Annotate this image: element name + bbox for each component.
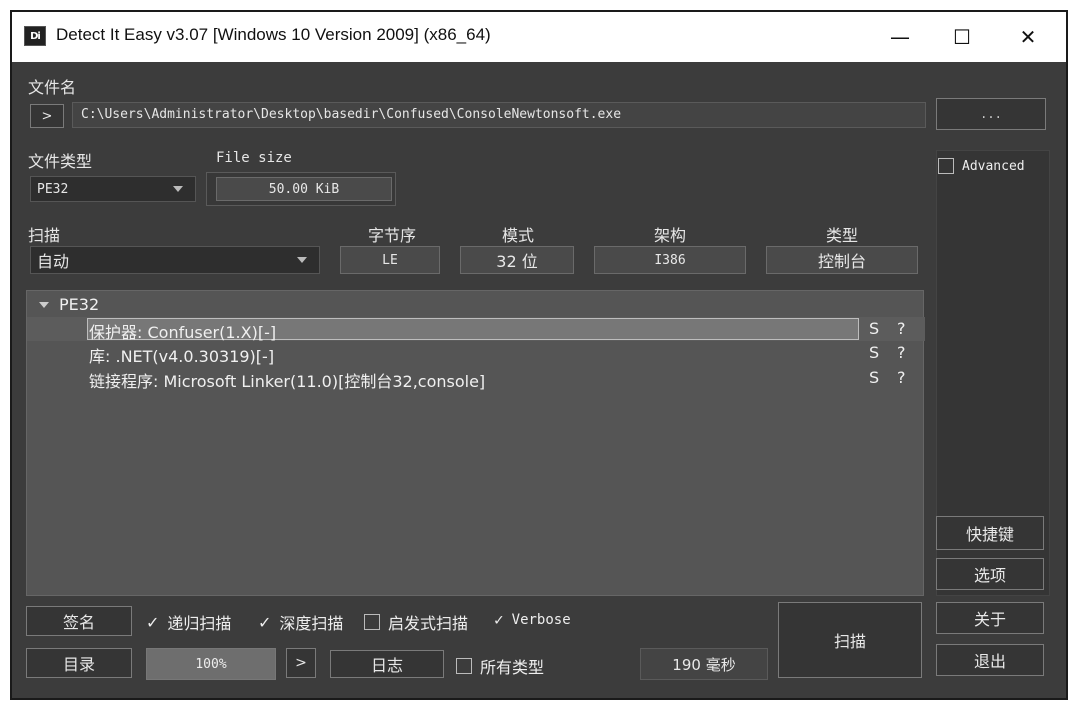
scan-mode-select[interactable]: 自动: [30, 246, 320, 274]
heuristic-scan-label: 启发式扫描: [388, 614, 469, 633]
shortcuts-button[interactable]: 快捷键: [936, 516, 1044, 550]
options-button[interactable]: 选项: [936, 558, 1044, 590]
file-path-field[interactable]: C:\Users\Administrator\Desktop\basedir\C…: [72, 102, 926, 128]
maximize-button[interactable]: ☐: [932, 12, 992, 62]
filetype-label: 文件类型: [28, 152, 93, 171]
directory-button[interactable]: 目录: [26, 648, 132, 678]
signatures-button[interactable]: 签名: [26, 606, 132, 636]
checkmark-icon: ✓: [258, 612, 272, 632]
tree-root-label: PE32: [59, 295, 100, 314]
exit-button[interactable]: 退出: [936, 644, 1044, 676]
scan-button[interactable]: 扫描: [778, 602, 922, 678]
deep-scan-checkbox[interactable]: ✓ 深度扫描: [258, 610, 343, 634]
elapsed-time: 190 毫秒: [640, 648, 768, 680]
mode-label: 模式: [502, 226, 535, 245]
verbose-checkbox[interactable]: ✓ Verbose: [494, 610, 571, 629]
signature-link[interactable]: S: [869, 368, 879, 387]
endian-label: 字节序: [368, 226, 417, 245]
verbose-label: Verbose: [511, 611, 571, 628]
result-row[interactable]: 保护器: Confuser(1.X)[-] S ?: [27, 317, 925, 342]
chevron-down-icon: [173, 186, 183, 192]
result-row[interactable]: 链接程序: Microsoft Linker(11.0)[控制台32,conso…: [27, 366, 925, 391]
checkbox-icon: [364, 614, 380, 630]
log-button[interactable]: 日志: [330, 650, 444, 678]
progress-bar: 100%: [146, 648, 276, 680]
arch-value: I386: [594, 246, 746, 274]
window-title: Detect It Easy v3.07 [Windows 10 Version…: [56, 25, 491, 44]
chevron-down-icon: [297, 257, 307, 263]
filename-label: 文件名: [28, 78, 77, 97]
result-text: 保护器: Confuser(1.X)[-]: [89, 323, 277, 342]
app-logo-icon: Di: [24, 26, 46, 46]
info-link[interactable]: ?: [897, 368, 906, 387]
result-text: 库: .NET(v4.0.30319)[-]: [89, 347, 275, 366]
heuristic-scan-checkbox[interactable]: 启发式扫描: [364, 610, 468, 634]
results-tree: PE32 保护器: Confuser(1.X)[-] S ? 库: .NET(v…: [26, 290, 925, 596]
collapse-arrow-icon[interactable]: [39, 301, 49, 308]
type-label: 类型: [826, 226, 859, 245]
signature-link[interactable]: S: [869, 343, 879, 362]
filesize-label: File size: [216, 150, 292, 166]
result-text: 链接程序: Microsoft Linker(11.0)[控制台32,conso…: [89, 372, 486, 391]
checkbox-icon: [938, 158, 954, 174]
checkbox-icon: [456, 658, 472, 674]
arch-label: 架构: [654, 226, 687, 245]
all-types-checkbox[interactable]: 所有类型: [456, 654, 544, 678]
close-button[interactable]: ✕: [998, 12, 1058, 62]
info-link[interactable]: ?: [897, 343, 906, 362]
tree-root-pe32[interactable]: PE32: [39, 295, 99, 314]
mode-value: 32 位: [460, 246, 574, 274]
minimize-button[interactable]: —: [870, 12, 930, 62]
recursive-scan-checkbox[interactable]: ✓ 递归扫描: [146, 610, 231, 634]
signature-link[interactable]: S: [869, 319, 879, 338]
filesize-value: 50.00 KiB: [216, 177, 392, 201]
deep-scan-label: 深度扫描: [279, 614, 344, 633]
scan-label: 扫描: [28, 226, 61, 245]
filetype-select[interactable]: PE32: [30, 176, 196, 202]
progress-text: 100%: [195, 656, 227, 672]
result-row[interactable]: 库: .NET(v4.0.30319)[-] S ?: [27, 341, 925, 366]
next-button[interactable]: >: [286, 648, 316, 678]
scan-mode-value: 自动: [37, 252, 70, 271]
app-window: Di Detect It Easy v3.07 [Windows 10 Vers…: [10, 10, 1068, 700]
type-value: 控制台: [766, 246, 918, 274]
advanced-label: Advanced: [962, 158, 1025, 174]
checkmark-icon: ✓: [494, 610, 504, 629]
browse-button[interactable]: ...: [936, 98, 1046, 130]
title-bar: Di Detect It Easy v3.07 [Windows 10 Vers…: [12, 12, 1066, 62]
filetype-value: PE32: [37, 181, 69, 197]
recursive-scan-label: 递归扫描: [167, 614, 232, 633]
endian-value: LE: [340, 246, 440, 274]
checkmark-icon: ✓: [146, 612, 160, 632]
all-types-label: 所有类型: [480, 658, 545, 677]
expand-path-button[interactable]: >: [30, 104, 64, 128]
advanced-checkbox[interactable]: Advanced: [938, 158, 1025, 174]
info-link[interactable]: ?: [897, 319, 906, 338]
about-button[interactable]: 关于: [936, 602, 1044, 634]
